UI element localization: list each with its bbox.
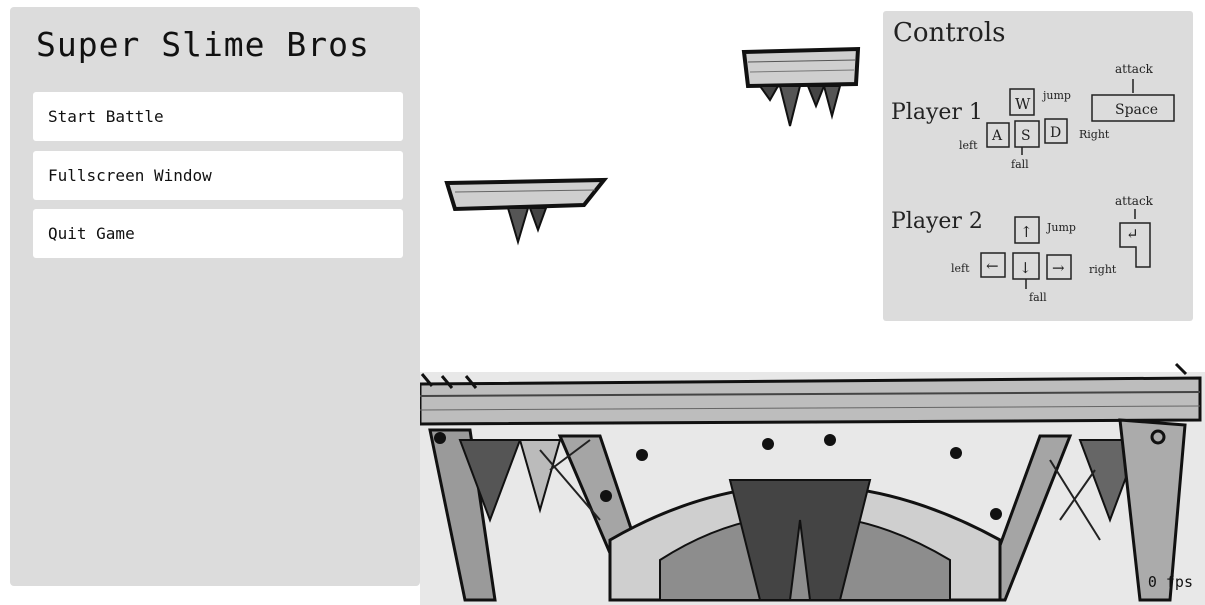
p1-right-note: Right (1079, 128, 1110, 141)
main-menu-panel: Super Slime Bros Start Battle Fullscreen… (10, 7, 420, 586)
game-title: Super Slime Bros (36, 25, 370, 64)
start-battle-button[interactable]: Start Battle (33, 92, 403, 141)
p1-key-d-label: D (1050, 125, 1061, 141)
p1-fall-note: fall (1011, 158, 1029, 171)
p1-key-space-label: Space (1115, 102, 1158, 118)
fps-counter: 0 fps (1147, 573, 1193, 591)
p2-left-note: left (951, 262, 970, 275)
p1-jump-note: jump (1041, 89, 1071, 102)
controls-title: Controls (893, 18, 1005, 48)
fullscreen-window-button[interactable]: Fullscreen Window (33, 151, 403, 200)
controls-diagram: Controls Player 1 W A S D Space jump lef… (891, 18, 1175, 304)
p1-key-w-label: W (1015, 95, 1031, 113)
p2-attack-note: attack (1115, 194, 1154, 208)
p2-key-left-label: ← (986, 257, 999, 275)
floating-platform-right (741, 46, 861, 127)
player1-label: Player 1 (891, 100, 983, 125)
quit-game-button[interactable]: Quit Game (33, 209, 403, 258)
p2-right-note: right (1089, 263, 1117, 276)
floating-platform-left (444, 177, 609, 246)
p2-jump-note: Jump (1046, 221, 1076, 234)
controls-panel: Controls Player 1 W A S D Space jump lef… (883, 11, 1193, 321)
ground-platform (418, 362, 1205, 605)
p2-key-right-label: → (1052, 259, 1065, 277)
p2-fall-note: fall (1029, 291, 1047, 304)
p1-key-a-label: A (991, 128, 1003, 144)
p2-key-down-label: ↓ (1019, 259, 1032, 277)
game-screen: Super Slime Bros Start Battle Fullscreen… (0, 0, 1205, 605)
p1-key-s-label: S (1021, 128, 1031, 144)
player2-label: Player 2 (891, 209, 983, 234)
p2-key-up-label: ↑ (1020, 223, 1033, 241)
p1-attack-note: attack (1115, 62, 1154, 76)
p2-key-enter-label: ↵ (1126, 225, 1139, 243)
p1-left-note: left (959, 139, 978, 152)
